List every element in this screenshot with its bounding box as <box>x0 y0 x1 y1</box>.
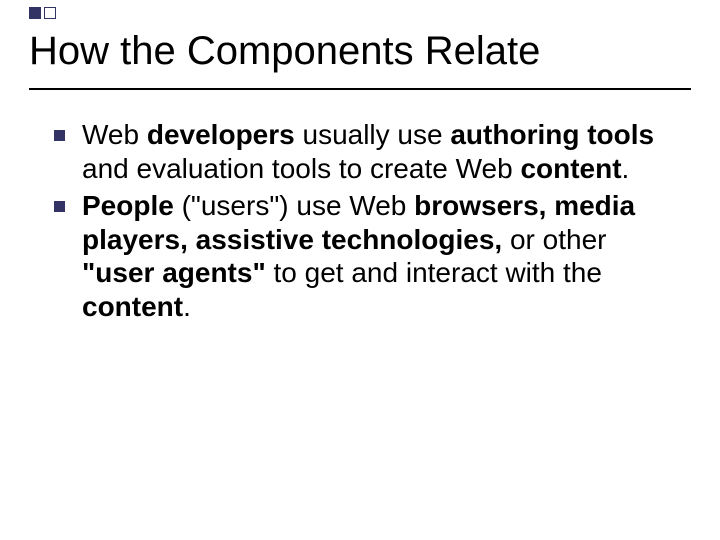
slide: How the Components Relate Web developers… <box>0 0 720 540</box>
title-area: How the Components Relate <box>29 22 691 90</box>
body-area: Web developers usually use authoring too… <box>54 118 674 328</box>
square-outline-icon <box>44 7 56 19</box>
list-item-text: People ("users") use Web browsers, media… <box>82 190 635 322</box>
title-underline <box>29 88 691 90</box>
list-item-text: Web developers usually use authoring too… <box>82 119 654 184</box>
page-title: How the Components Relate <box>29 22 691 88</box>
list-item: Web developers usually use authoring too… <box>54 118 674 185</box>
list-item: People ("users") use Web browsers, media… <box>54 189 674 323</box>
square-bullet-icon <box>54 130 65 141</box>
square-icon <box>29 7 41 19</box>
square-bullet-icon <box>54 201 65 212</box>
corner-squares <box>29 7 56 19</box>
bullet-list: Web developers usually use authoring too… <box>54 118 674 324</box>
